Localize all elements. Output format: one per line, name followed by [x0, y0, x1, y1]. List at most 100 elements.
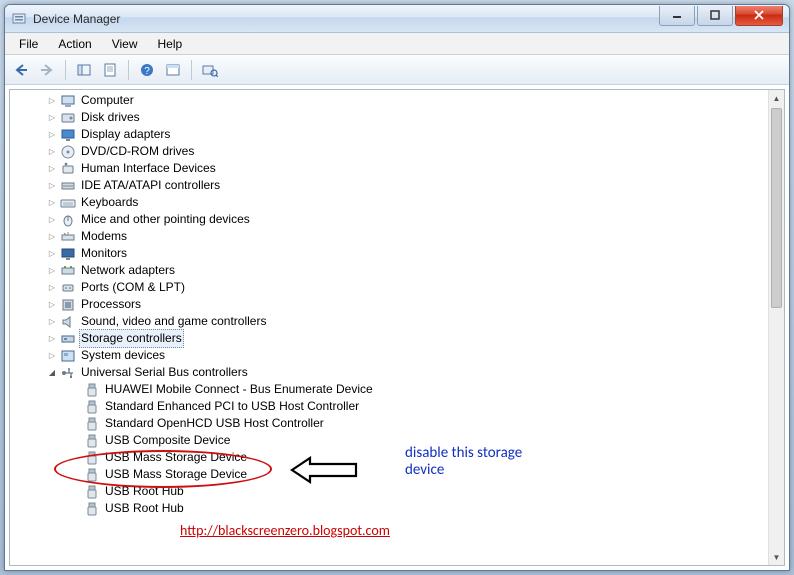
back-button[interactable]	[9, 59, 33, 81]
expander-closed-icon[interactable]	[46, 330, 58, 347]
scroll-down-arrow-icon[interactable]: ▼	[769, 549, 784, 565]
device-label[interactable]: Standard OpenHCD USB Host Controller	[103, 415, 326, 432]
menu-view[interactable]: View	[102, 35, 148, 53]
category-label[interactable]: Keyboards	[79, 194, 140, 211]
category-label[interactable]: Monitors	[79, 245, 129, 262]
tree-category[interactable]: DVD/CD-ROM drives	[12, 143, 768, 160]
device-label[interactable]: USB Root Hub	[103, 483, 186, 500]
vertical-scrollbar[interactable]: ▲ ▼	[768, 90, 784, 565]
menu-action[interactable]: Action	[48, 35, 101, 53]
category-label[interactable]: DVD/CD-ROM drives	[79, 143, 196, 160]
expander-closed-icon[interactable]	[46, 143, 58, 160]
device-label[interactable]: Standard Enhanced PCI to USB Host Contro…	[103, 398, 361, 415]
tree-category[interactable]: Monitors	[12, 245, 768, 262]
tree-category[interactable]: Computer	[12, 92, 768, 109]
tree-category[interactable]: Mice and other pointing devices	[12, 211, 768, 228]
tree-category[interactable]: Universal Serial Bus controllers	[12, 364, 768, 381]
category-label[interactable]: Sound, video and game controllers	[79, 313, 268, 330]
category-icon	[60, 229, 76, 245]
tree-device[interactable]: USB Mass Storage Device	[12, 449, 768, 466]
expander-closed-icon[interactable]	[46, 194, 58, 211]
toolbar-separator	[65, 60, 66, 80]
tree-category[interactable]: IDE ATA/ATAPI controllers	[12, 177, 768, 194]
category-label[interactable]: Computer	[79, 92, 136, 109]
tree-device[interactable]: USB Root Hub	[12, 500, 768, 517]
minimize-button[interactable]	[659, 6, 695, 26]
expander-closed-icon[interactable]	[46, 245, 58, 262]
category-label[interactable]: Disk drives	[79, 109, 142, 126]
device-label[interactable]: USB Root Hub	[103, 500, 186, 517]
tree-category[interactable]: Network adapters	[12, 262, 768, 279]
tree-category[interactable]: Keyboards	[12, 194, 768, 211]
expander-closed-icon[interactable]	[46, 160, 58, 177]
category-label[interactable]: Mice and other pointing devices	[79, 211, 252, 228]
category-label[interactable]: Network adapters	[79, 262, 177, 279]
close-button[interactable]	[735, 6, 783, 26]
forward-button[interactable]	[35, 59, 59, 81]
device-label[interactable]: USB Mass Storage Device	[103, 449, 249, 466]
tree-device[interactable]: USB Root Hub	[12, 483, 768, 500]
tree-category[interactable]: Disk drives	[12, 109, 768, 126]
tree-device[interactable]: HUAWEI Mobile Connect - Bus Enumerate De…	[12, 381, 768, 398]
category-icon	[60, 110, 76, 126]
category-icon	[60, 331, 76, 347]
device-label[interactable]: HUAWEI Mobile Connect - Bus Enumerate De…	[103, 381, 375, 398]
category-label[interactable]: Human Interface Devices	[79, 160, 218, 177]
toolbar-btn-2[interactable]	[98, 59, 122, 81]
tree-category[interactable]: Processors	[12, 296, 768, 313]
category-label[interactable]: Storage controllers	[79, 329, 184, 348]
tree-device[interactable]: USB Mass Storage Device	[12, 466, 768, 483]
expander-closed-icon[interactable]	[46, 211, 58, 228]
titlebar[interactable]: Device Manager	[5, 5, 789, 33]
scrollbar-thumb[interactable]	[771, 108, 782, 308]
category-label[interactable]: Modems	[79, 228, 129, 245]
category-label[interactable]: Processors	[79, 296, 143, 313]
category-label[interactable]: System devices	[79, 347, 167, 364]
tree-category[interactable]: Storage controllers	[12, 330, 768, 347]
expander-closed-icon[interactable]	[46, 262, 58, 279]
sheet-icon	[103, 63, 117, 77]
scan-button[interactable]	[198, 59, 222, 81]
list-icon	[166, 63, 180, 77]
expander-closed-icon[interactable]	[46, 228, 58, 245]
device-label[interactable]: USB Mass Storage Device	[103, 466, 249, 483]
category-label[interactable]: Ports (COM & LPT)	[79, 279, 187, 296]
tree-device[interactable]: Standard Enhanced PCI to USB Host Contro…	[12, 398, 768, 415]
category-icon	[60, 127, 76, 143]
tree-category[interactable]: Display adapters	[12, 126, 768, 143]
expander-closed-icon[interactable]	[46, 347, 58, 364]
tree-category[interactable]: Human Interface Devices	[12, 160, 768, 177]
maximize-button[interactable]	[697, 6, 733, 26]
content-area: ComputerDisk drivesDisplay adaptersDVD/C…	[9, 89, 785, 566]
expander-closed-icon[interactable]	[46, 296, 58, 313]
expander-closed-icon[interactable]	[46, 92, 58, 109]
expander-open-icon[interactable]	[46, 364, 58, 381]
tree-device[interactable]: Standard OpenHCD USB Host Controller	[12, 415, 768, 432]
category-icon	[60, 280, 76, 296]
menu-file[interactable]: File	[9, 35, 48, 53]
arrow-left-icon	[14, 64, 28, 76]
scroll-up-arrow-icon[interactable]: ▲	[769, 90, 784, 106]
expander-closed-icon[interactable]	[46, 313, 58, 330]
help-button[interactable]: ?	[135, 59, 159, 81]
toolbar-btn-1[interactable]	[72, 59, 96, 81]
expander-closed-icon[interactable]	[46, 177, 58, 194]
device-label[interactable]: USB Composite Device	[103, 432, 232, 449]
toolbar-btn-4[interactable]	[161, 59, 185, 81]
tree-category[interactable]: System devices	[12, 347, 768, 364]
tree-category[interactable]: Modems	[12, 228, 768, 245]
category-label[interactable]: Universal Serial Bus controllers	[79, 364, 250, 381]
device-tree[interactable]: ComputerDisk drivesDisplay adaptersDVD/C…	[12, 92, 768, 563]
window-title: Device Manager	[33, 12, 659, 26]
category-icon	[60, 93, 76, 109]
category-icon	[60, 365, 76, 381]
menu-help[interactable]: Help	[148, 35, 193, 53]
expander-closed-icon[interactable]	[46, 109, 58, 126]
tree-device[interactable]: USB Composite Device	[12, 432, 768, 449]
category-label[interactable]: Display adapters	[79, 126, 172, 143]
expander-closed-icon[interactable]	[46, 126, 58, 143]
tree-category[interactable]: Sound, video and game controllers	[12, 313, 768, 330]
category-label[interactable]: IDE ATA/ATAPI controllers	[79, 177, 222, 194]
tree-category[interactable]: Ports (COM & LPT)	[12, 279, 768, 296]
expander-closed-icon[interactable]	[46, 279, 58, 296]
